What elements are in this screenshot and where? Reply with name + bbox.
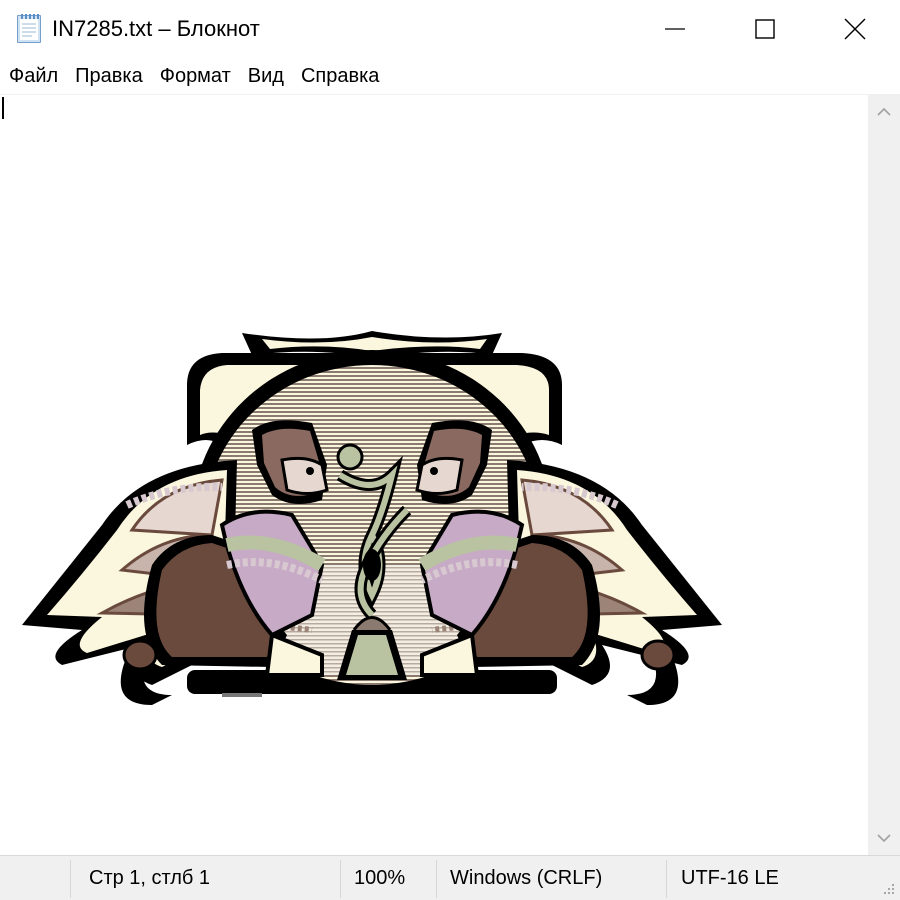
maximize-button[interactable] [720,0,810,58]
scroll-up-icon [877,107,891,116]
status-separator [340,860,341,898]
notepad-window: IN7285.txt – Блокнот Файл Правка Формат … [0,0,900,900]
maximize-icon [755,19,775,39]
menu-help[interactable]: Справка [292,58,387,94]
window-title: IN7285.txt – Блокнот [52,16,260,41]
scroll-down-button[interactable] [868,821,900,855]
minimize-icon [665,28,685,30]
text-editor[interactable] [0,95,868,855]
status-encoding: UTF-16 LE [681,867,779,889]
menu-format[interactable]: Формат [151,58,239,94]
scroll-down-icon [877,834,891,843]
minimize-button[interactable] [630,0,720,58]
menu-bar: Файл Правка Формат Вид Справка [0,58,900,95]
status-separator [666,860,667,898]
notepad-icon [14,12,44,44]
winged-sphinxes-picture-icon [22,235,732,720]
status-line-endings: Windows (CRLF) [450,867,603,889]
menu-view[interactable]: Вид [239,58,292,94]
status-separator [70,860,71,898]
status-separator [436,860,437,898]
status-cursor-position: Стр 1, стлб 1 [89,867,211,889]
status-zoom: 100% [354,867,406,889]
vertical-scrollbar[interactable] [868,95,900,855]
status-bar: Стр 1, стлб 1 100% Windows (CRLF) UTF-16… [0,855,900,900]
text-caret [2,97,4,119]
menu-edit[interactable]: Правка [66,58,151,94]
close-button[interactable] [810,0,900,58]
menu-file[interactable]: Файл [0,58,66,94]
title-bar[interactable]: IN7285.txt – Блокнот [0,0,900,58]
scroll-up-button[interactable] [868,95,900,129]
resize-grip-icon[interactable] [880,880,896,896]
close-icon [844,18,866,40]
